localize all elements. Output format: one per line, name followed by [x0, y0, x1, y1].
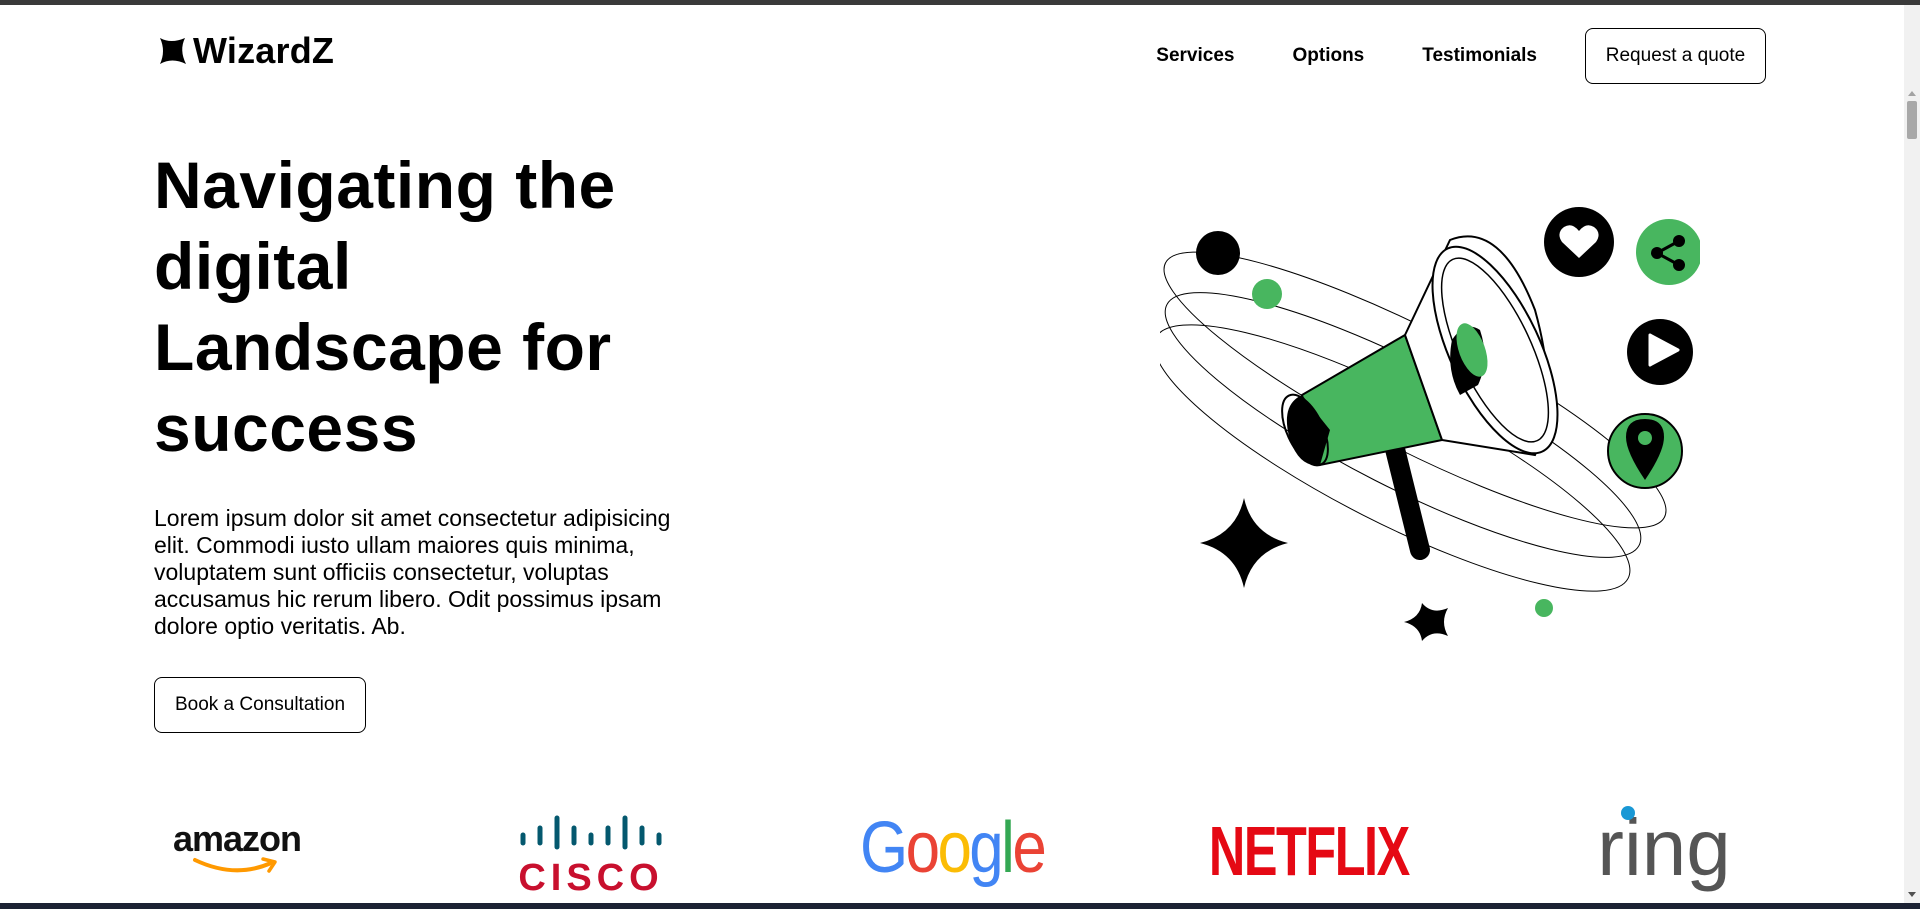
ring-logo-text: ring — [1597, 805, 1730, 892]
four-point-star-icon — [160, 38, 186, 64]
taskbar-edge — [0, 903, 1920, 909]
ring-logo: ring — [1584, 805, 1744, 895]
sparkle-star-icon — [1200, 498, 1288, 588]
amazon-smile-icon — [193, 857, 277, 873]
green-dot — [1252, 279, 1282, 309]
cisco-logo: CISCO — [518, 810, 668, 895]
megaphone-icon — [1281, 235, 1559, 560]
netflix-logo: NETFLIX — [1209, 815, 1410, 887]
location-pin-icon — [1607, 413, 1683, 489]
google-letter: G — [859, 807, 908, 888]
request-quote-button[interactable]: Request a quote — [1585, 28, 1766, 84]
google-letter: g — [969, 807, 1003, 888]
google-logo: Google — [860, 805, 1047, 890]
cisco-logo-text: CISCO — [518, 857, 663, 895]
share-icon — [1636, 219, 1700, 285]
nav-link-options[interactable]: Options — [1292, 45, 1364, 67]
nav-link-services[interactable]: Services — [1156, 45, 1234, 67]
main-nav: Services Options Testimonials Request a … — [1156, 28, 1766, 84]
play-icon — [1627, 319, 1693, 385]
google-letter: e — [1012, 807, 1046, 888]
google-letter: o — [937, 807, 971, 888]
hero-illustration — [1160, 207, 1700, 641]
logo-text: WizardZ — [193, 30, 335, 71]
green-dot-small — [1535, 599, 1553, 617]
black-dot — [1196, 231, 1240, 275]
heart-icon — [1544, 207, 1614, 277]
google-logo-text: Google — [859, 807, 1047, 888]
nav-link-testimonials[interactable]: Testimonials — [1422, 45, 1537, 67]
google-letter: l — [1001, 807, 1015, 888]
vertical-scrollbar[interactable] — [1904, 5, 1920, 903]
hero-title: Navigating the digital Landscape for suc… — [154, 148, 616, 465]
netflix-logo-text: NETFLIX — [1209, 812, 1410, 890]
landing-page: WizardZ Services Options Testimonials Re… — [0, 5, 1904, 903]
scroll-down-arrow-icon[interactable] — [1908, 892, 1916, 897]
ring-dot-icon — [1621, 806, 1635, 820]
hero-description: Lorem ipsum dolor sit amet consectetur a… — [154, 505, 671, 639]
scroll-up-arrow-icon[interactable] — [1908, 91, 1916, 96]
scrollbar-thumb[interactable] — [1907, 101, 1917, 139]
google-letter: o — [905, 807, 939, 888]
sparkle-star-icon — [1404, 603, 1448, 641]
amazon-logo: amazon — [172, 817, 302, 879]
site-logo[interactable]: WizardZ — [157, 30, 335, 71]
book-consultation-button[interactable]: Book a Consultation — [154, 677, 366, 733]
cisco-bars-icon — [520, 815, 662, 850]
amazon-logo-text: amazon — [172, 818, 302, 859]
